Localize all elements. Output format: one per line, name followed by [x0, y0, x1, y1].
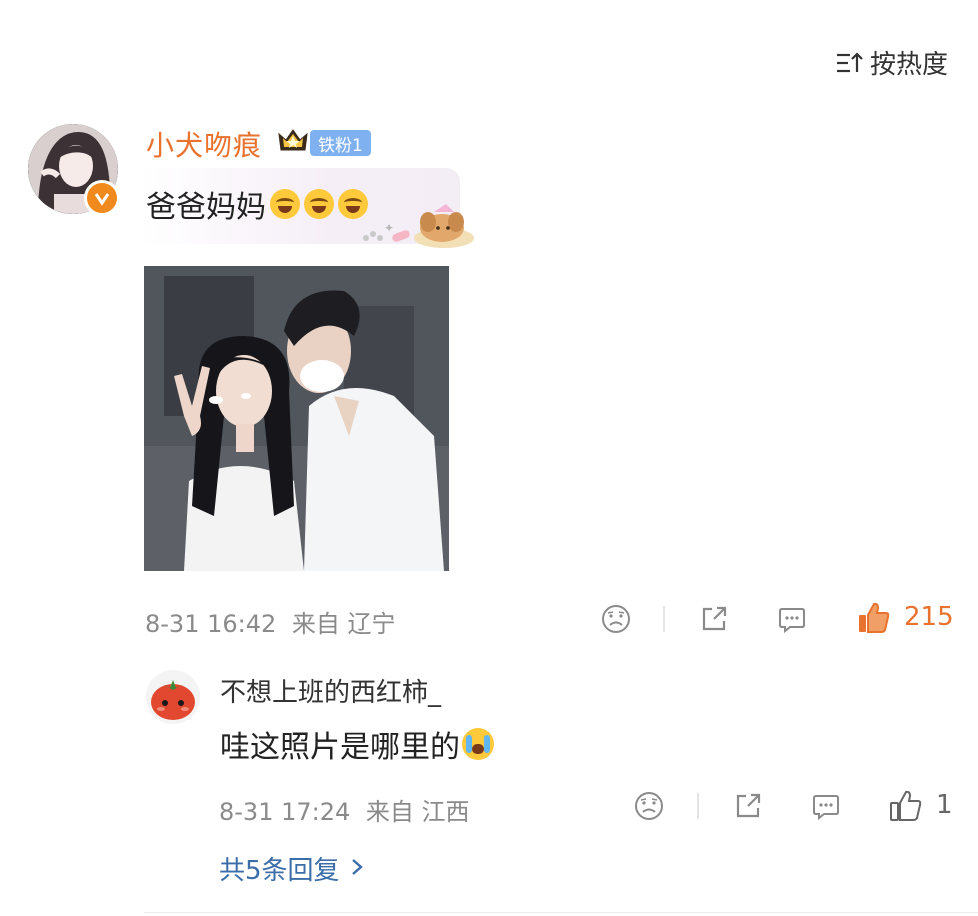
reply-date: 8-31 17:24	[219, 798, 351, 826]
comment-date: 8-31 16:42	[145, 610, 277, 638]
reply-location: 来自 江西	[365, 798, 470, 826]
thumbs-up-icon[interactable]	[888, 788, 922, 821]
reply-text: 哇这照片是哪里的	[220, 722, 494, 766]
laugh-emoji-icon	[270, 189, 300, 219]
share-icon[interactable]	[732, 790, 764, 822]
svg-text:✦: ✦	[384, 221, 394, 235]
crown-icon	[276, 126, 310, 154]
sort-label: 按热度	[869, 50, 948, 80]
thumbs-up-icon[interactable]	[856, 600, 890, 633]
comment-text: 爸爸妈妈	[146, 182, 368, 226]
verified-badge-icon	[84, 180, 120, 216]
view-more-replies-link[interactable]: 共5条回复	[219, 850, 364, 887]
comment-location: 来自 辽宁	[291, 610, 396, 638]
chevron-right-icon	[350, 854, 364, 884]
bottom-divider	[144, 912, 978, 913]
comment-text-content: 爸爸妈妈	[146, 190, 266, 225]
crying-emoji-icon	[462, 728, 494, 760]
more-replies-label: 共5条回复	[219, 856, 340, 886]
comment-meta: 8-31 16:42 来自 辽宁	[145, 604, 396, 639]
comment-username[interactable]: 小犬吻痕	[146, 124, 262, 164]
fan-badge: 铁粉1	[310, 130, 371, 156]
reply-meta: 8-31 17:24 来自 江西	[219, 792, 470, 827]
like-count: 215	[904, 602, 954, 632]
comment-photo[interactable]	[144, 266, 449, 571]
sort-by-hot-button[interactable]: 按热度	[836, 44, 948, 81]
sort-icon	[836, 51, 864, 75]
reply-like-count: 1	[936, 790, 953, 820]
laugh-emoji-icon	[304, 189, 334, 219]
action-divider	[663, 606, 665, 632]
reply-username[interactable]: 不想上班的西红柿_	[220, 672, 441, 709]
reply-avatar[interactable]	[146, 670, 200, 724]
dog-sticker-icon: ✦	[356, 198, 476, 250]
comment-icon[interactable]	[810, 790, 842, 822]
reply-text-content: 哇这照片是哪里的	[220, 730, 460, 765]
dislike-icon[interactable]	[633, 790, 665, 822]
action-divider	[697, 793, 699, 819]
share-icon[interactable]	[698, 603, 730, 635]
dislike-icon[interactable]	[600, 603, 632, 635]
comment-icon[interactable]	[776, 603, 808, 635]
